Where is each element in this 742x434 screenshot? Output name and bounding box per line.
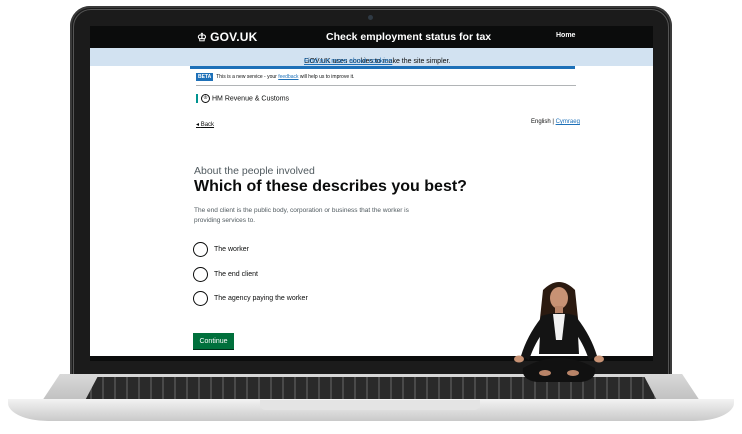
radio-label[interactable]: The agency paying the worker bbox=[214, 295, 308, 302]
service-title[interactable]: Check employment status for tax bbox=[326, 31, 491, 43]
department-name: ♔ HM Revenue & Customs bbox=[196, 94, 289, 103]
header-accent-line bbox=[190, 66, 575, 69]
webcam bbox=[368, 15, 373, 20]
govuk-logo-link[interactable]: ♔ GOV.UK bbox=[197, 30, 258, 44]
meditating-woman-photo bbox=[514, 282, 604, 382]
radio-button[interactable] bbox=[193, 267, 208, 282]
radio-option-agency[interactable]: The agency paying the worker bbox=[193, 291, 308, 306]
home-link[interactable]: Home bbox=[556, 32, 575, 39]
cookie-more-link[interactable]: Find out more about cookies bbox=[304, 58, 392, 65]
radio-button[interactable] bbox=[193, 291, 208, 306]
question-hint: The end client is the public body, corpo… bbox=[194, 207, 409, 224]
radio-label[interactable]: The end client bbox=[214, 271, 258, 278]
crown-icon: ♔ bbox=[197, 32, 208, 44]
back-label: Back bbox=[200, 122, 215, 128]
lang-cymraeg-link[interactable]: Cymraeg bbox=[556, 119, 580, 125]
back-link[interactable]: ◂ Back bbox=[196, 121, 214, 128]
lang-english: English bbox=[531, 119, 551, 125]
question-caption: About the people involved bbox=[194, 165, 315, 177]
radio-option-end-client[interactable]: The end client bbox=[193, 267, 258, 282]
lang-separator: | bbox=[552, 119, 554, 125]
logo-text: GOV.UK bbox=[210, 30, 258, 44]
govuk-header: ♔ GOV.UK Check employment status for tax … bbox=[90, 26, 653, 48]
cookie-banner: GOV.UK uses cookies to make the site sim… bbox=[90, 48, 653, 66]
continue-button[interactable]: Continue bbox=[193, 333, 234, 349]
beta-tag: BETA bbox=[196, 73, 214, 81]
phase-banner: BETA This is a new service - your feedbac… bbox=[196, 73, 354, 81]
department-label: HM Revenue & Customs bbox=[212, 95, 290, 103]
crest-icon: ♔ bbox=[201, 94, 210, 103]
phase-text-after: will help us to improve it. bbox=[299, 74, 355, 80]
radio-label[interactable]: The worker bbox=[214, 246, 249, 253]
phase-text-before: This is a new service - your bbox=[216, 74, 277, 80]
language-toggle: English | Cymraeg bbox=[531, 119, 580, 125]
feedback-link[interactable]: feedback bbox=[278, 74, 298, 80]
radio-option-worker[interactable]: The worker bbox=[193, 242, 249, 257]
divider bbox=[196, 85, 576, 86]
back-arrow-icon: ◂ bbox=[196, 122, 200, 128]
radio-button[interactable] bbox=[193, 242, 208, 257]
page-title: Which of these describes you best? bbox=[194, 178, 467, 195]
laptop-trackpad-notch bbox=[260, 400, 480, 410]
